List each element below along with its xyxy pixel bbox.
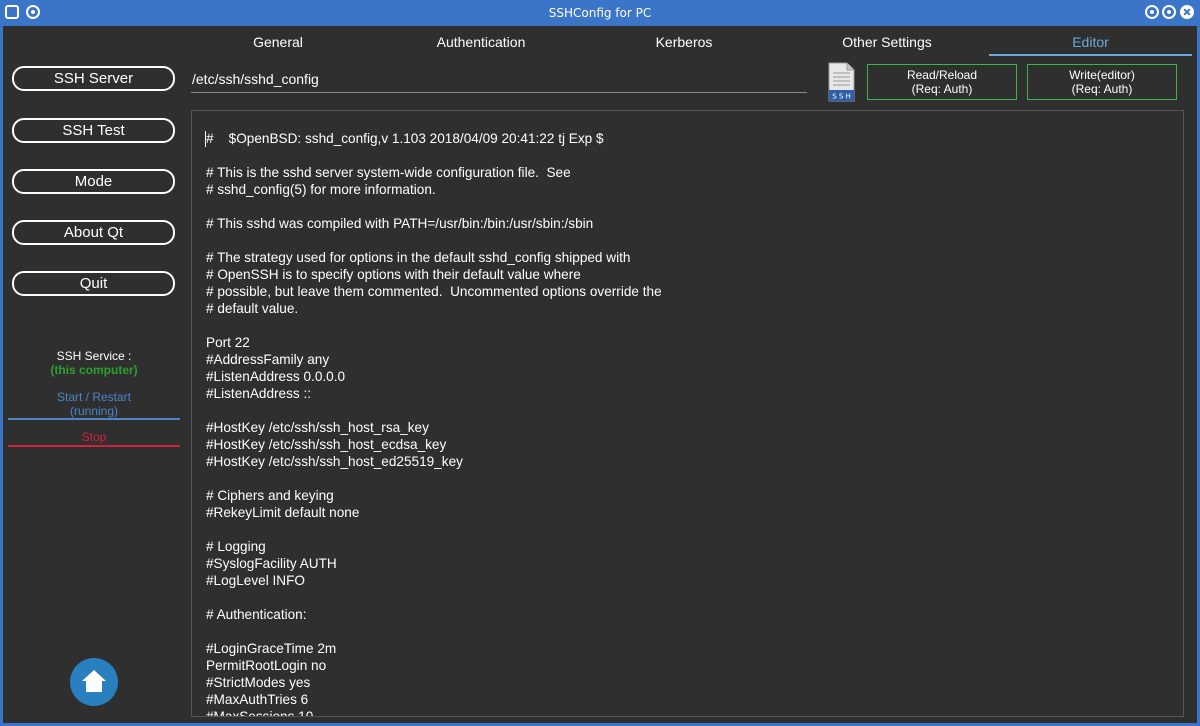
about-qt-button[interactable]: About Qt bbox=[12, 220, 175, 245]
tab-editor[interactable]: Editor bbox=[989, 30, 1192, 56]
home-button[interactable] bbox=[70, 658, 118, 706]
ssh-server-button[interactable]: SSH Server bbox=[12, 66, 175, 91]
close-icon[interactable] bbox=[1180, 5, 1194, 19]
read-reload-button[interactable]: Read/Reload (Req: Auth) bbox=[867, 64, 1017, 100]
tab-authentication[interactable]: Authentication bbox=[400, 30, 562, 56]
stop-button[interactable]: Stop bbox=[8, 430, 180, 447]
tab-kerberos[interactable]: Kerberos bbox=[604, 30, 764, 56]
service-scope-label: (this computer) bbox=[50, 363, 138, 377]
write-editor-button[interactable]: Write(editor) (Req: Auth) bbox=[1027, 64, 1177, 100]
window-title: SSHConfig for PC bbox=[548, 6, 652, 20]
config-editor-text[interactable]: # $OpenBSD: sshd_config,v 1.103 2018/04/… bbox=[206, 130, 662, 716]
config-path-field[interactable]: /etc/ssh/sshd_config bbox=[191, 66, 807, 93]
mode-button[interactable]: Mode bbox=[12, 169, 175, 194]
ssh-file-icon: S S H bbox=[828, 62, 855, 102]
start-restart-label: Start / Restart bbox=[56, 390, 132, 404]
tab-general[interactable]: General bbox=[198, 30, 358, 56]
tab-other-settings[interactable]: Other Settings bbox=[806, 30, 968, 56]
ssh-service-label: SSH Service : bbox=[56, 349, 132, 363]
ssh-file-icon-label: S S H bbox=[832, 93, 851, 101]
config-editor[interactable]: # $OpenBSD: sshd_config,v 1.103 2018/04/… bbox=[191, 110, 1184, 717]
ssh-test-button[interactable]: SSH Test bbox=[12, 118, 175, 143]
title-bar: SSHConfig for PC bbox=[0, 0, 1200, 26]
service-status: (running) bbox=[69, 404, 119, 418]
quit-button[interactable]: Quit bbox=[12, 271, 175, 296]
minimize-icon[interactable] bbox=[1145, 5, 1159, 19]
start-restart-button[interactable]: Start / Restart (running) bbox=[8, 390, 180, 420]
maximize-icon[interactable] bbox=[1162, 5, 1176, 19]
home-icon bbox=[82, 670, 106, 692]
